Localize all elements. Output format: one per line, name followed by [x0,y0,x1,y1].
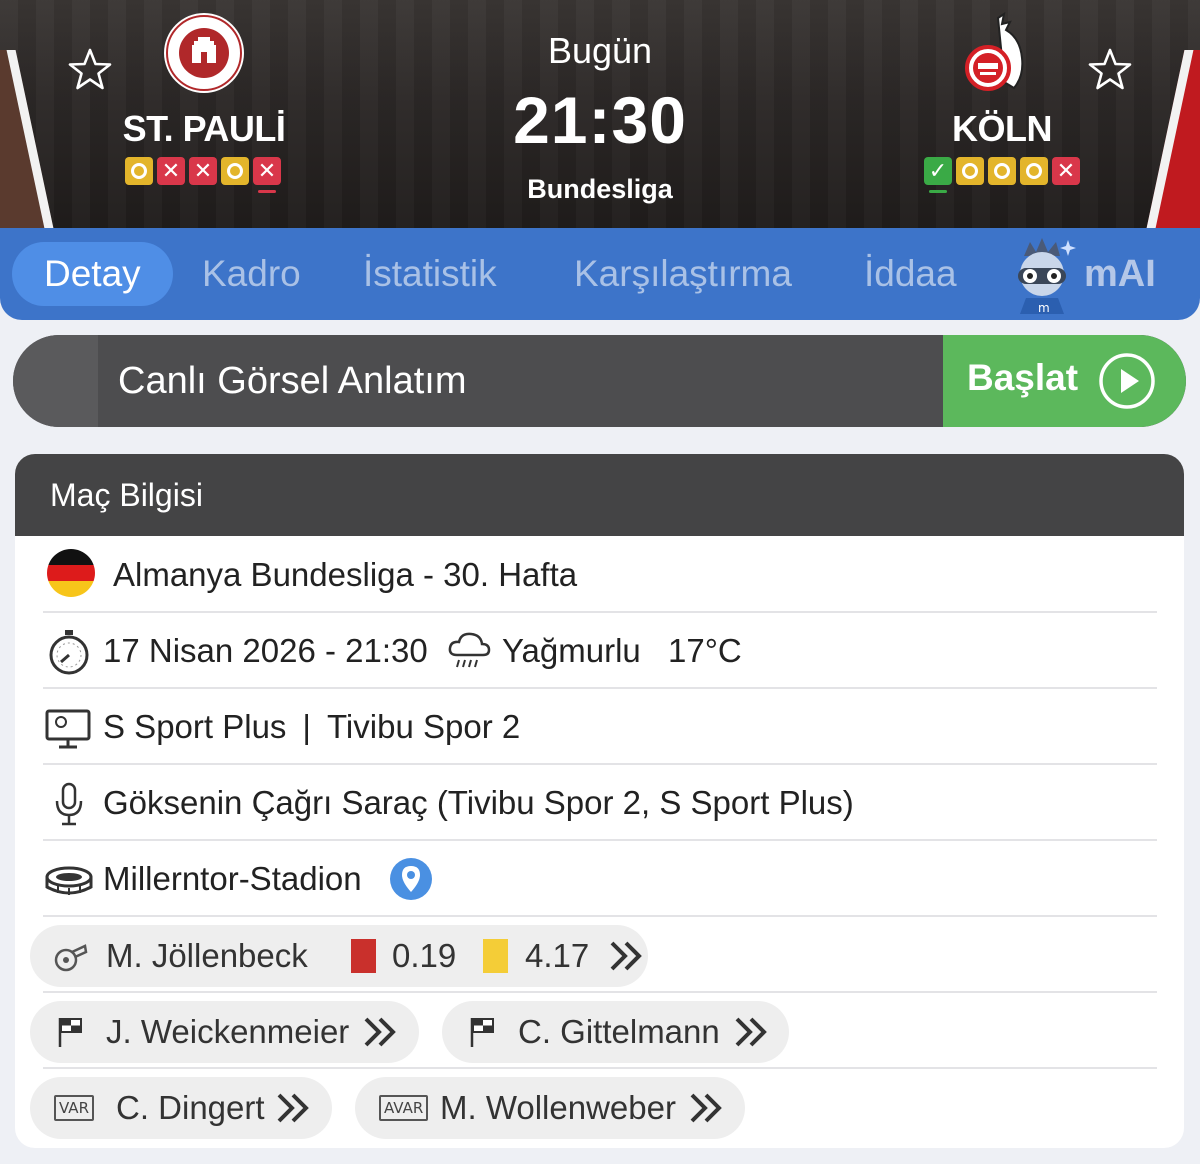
flag-icon [58,1018,82,1047]
chevron-right-icon [277,1093,309,1123]
favorite-away-star-icon[interactable] [1086,46,1134,94]
home-team-logo[interactable] [163,12,245,94]
rain-cloud-icon [448,632,491,668]
live-bar-cap [13,335,98,427]
tab-mai[interactable]: m mAI [1008,234,1156,314]
channel-separator: | [302,708,311,745]
divider [43,1067,1157,1069]
stopwatch-icon [49,630,89,675]
assistant-2-pill[interactable]: C. Gittelmann [442,1001,789,1063]
match-tabs: Detay Kadro İstatistik Karşılaştırma İdd… [0,228,1200,320]
whistle-icon [54,944,88,972]
assistant-1-pill[interactable]: J. Weickenmeier [30,1001,419,1063]
stadium-icon [45,866,93,895]
start-button[interactable]: Başlat [943,335,1186,427]
away-team-logo[interactable] [958,11,1040,94]
home-team-name[interactable]: ST. PAULİ [84,108,324,150]
germany-flag-icon [47,549,95,597]
weather-text: Yağmurlu [502,632,641,669]
home-form-guide: ✕ ✕ ✕ [125,157,281,193]
tab-karsilastirma[interactable]: Karşılaştırma [574,242,792,306]
chevron-right-icon [690,1093,722,1123]
live-visual-title: Canlı Görsel Anlatım [118,360,467,402]
league-row[interactable]: Almanya Bundesliga - 30. Hafta [43,537,1157,613]
datetime-row: 17 Nisan 2026 - 21:30 Yağmurlu 17°C [43,613,1157,689]
competition-name: Bundesliga [527,174,673,204]
form-loss-icon: ✕ [157,157,185,185]
form-draw-icon [221,157,249,185]
form-draw-icon [1020,157,1048,185]
tv-icon [45,709,91,749]
microphone-icon [55,782,83,826]
play-icon [1099,353,1155,409]
yellow-card-icon [483,939,508,973]
form-loss-icon: ✕ [189,157,217,185]
tab-kadro[interactable]: Kadro [202,242,301,306]
league-text: Almanya Bundesliga - 30. Hafta [113,556,578,593]
broadcast-channels: S Sport Plus | Tivibu Spor 2 [103,689,520,765]
broadcast-row: S Sport Plus | Tivibu Spor 2 [43,689,1157,765]
referee-name: M. Jöllenbeck [106,937,308,974]
commentator-row: Göksenin Çağrı Saraç (Tivibu Spor 2, S S… [43,765,1157,841]
form-draw-icon [988,157,1016,185]
match-info-title: Maç Bilgisi [50,477,203,513]
var-badge-icon: VAR [54,1095,94,1121]
temperature-text: 17°C [668,632,742,669]
red-card-average: 0.19 [392,937,457,974]
channel-1: S Sport Plus [103,708,287,745]
stadium-row[interactable]: Millerntor-Stadion [43,841,1157,917]
match-info-header: Maç Bilgisi [15,454,1184,536]
form-win-icon: ✓ [924,157,952,193]
avar-badge-icon: AVAR [379,1095,429,1121]
svg-text:m: m [1038,301,1050,314]
mascot-icon: m [1018,238,1076,314]
map-pin-icon[interactable] [389,857,433,901]
assistant-2-name: C. Gittelmann [518,1013,720,1050]
divider [43,991,1157,993]
live-visual-bar: Canlı Görsel Anlatım Başlat [13,335,1186,427]
chevron-right-icon [735,1017,767,1047]
commentator-text: Göksenin Çağrı Saraç (Tivibu Spor 2, S S… [103,784,854,821]
form-draw-icon [956,157,984,185]
stadium-name: Millerntor-Stadion [103,860,362,897]
chevron-right-icon [610,941,642,971]
form-loss-icon: ✕ [1052,157,1080,185]
referee-pill[interactable]: M. Jöllenbeck 0.19 4.17 [30,925,648,987]
red-card-icon [351,939,376,973]
assistant-1-name: J. Weickenmeier [106,1013,350,1050]
tab-detay[interactable]: Detay [12,242,173,306]
var-pill[interactable]: VAR C. Dingert [30,1077,332,1139]
var-referee-name: C. Dingert [116,1089,265,1126]
flag-icon [470,1018,494,1047]
tab-mai-label: mAI [1084,253,1156,295]
match-info-card: Maç Bilgisi Almanya Bundesliga - 30. Haf… [15,454,1184,1148]
form-draw-icon [125,157,153,185]
match-time: 21:30 [513,83,687,157]
avar-referee-name: M. Wollenweber [440,1089,676,1126]
yellow-card-average: 4.17 [525,937,590,974]
form-loss-icon: ✕ [253,157,281,193]
tab-iddaa[interactable]: İddaa [864,242,957,306]
channel-2: Tivibu Spor 2 [327,708,521,745]
favorite-home-star-icon[interactable] [66,46,114,94]
away-team-name[interactable]: KÖLN [882,108,1122,150]
match-header: ST. PAULİ KÖLN ✕ ✕ ✕ ✓ ✕ Bugün 21:30 Bun… [0,0,1200,232]
match-datetime: 17 Nisan 2026 - 21:30 [103,632,428,669]
avar-pill[interactable]: AVAR M. Wollenweber [355,1077,745,1139]
match-day: Bugün [547,30,653,71]
tab-istatistik[interactable]: İstatistik [363,242,497,306]
away-form-guide: ✓ ✕ [924,157,1080,193]
chevron-right-icon [364,1017,396,1047]
start-button-label: Başlat [967,357,1079,398]
